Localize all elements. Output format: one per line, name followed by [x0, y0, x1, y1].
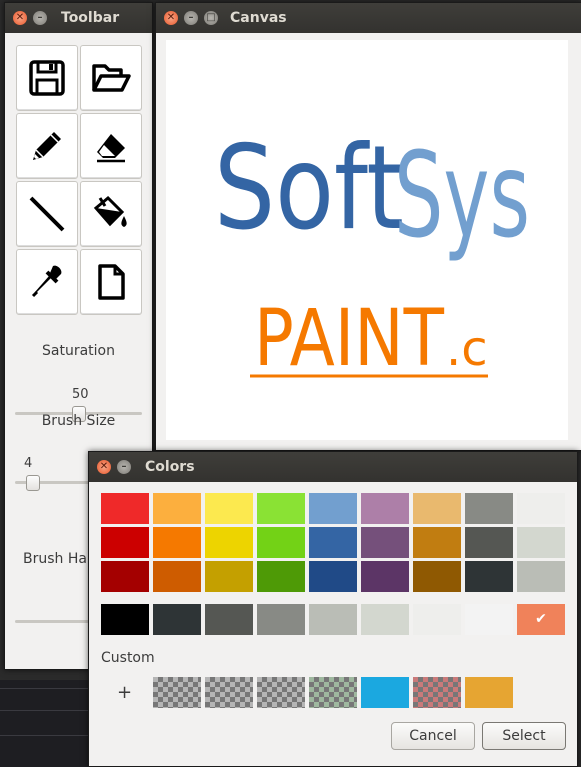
color-swatch[interactable] [153, 527, 201, 558]
color-swatch[interactable] [517, 527, 565, 558]
add-custom-color-button[interactable]: + [117, 682, 132, 703]
color-swatch[interactable] [413, 561, 461, 592]
color-swatch[interactable] [517, 561, 565, 592]
save-icon [29, 60, 65, 96]
checkmark-icon: ✔ [535, 611, 547, 627]
new-file-icon [98, 264, 125, 300]
close-button[interactable]: ✕ [164, 11, 178, 25]
gray-swatch[interactable] [361, 604, 409, 635]
selected-color-swatch[interactable]: ✔ [517, 604, 565, 635]
desktop-line [0, 735, 100, 736]
save-button[interactable] [16, 45, 78, 111]
paint-bucket-icon [93, 195, 127, 227]
saturation-value: 50 [72, 387, 89, 402]
color-swatch[interactable] [361, 493, 409, 524]
color-swatch[interactable] [413, 493, 461, 524]
color-swatch[interactable] [205, 561, 253, 592]
custom-color-swatch[interactable] [257, 677, 305, 708]
gray-swatch[interactable] [413, 604, 461, 635]
gray-swatch[interactable] [465, 604, 513, 635]
drawing-text-paint: PAINT [254, 294, 444, 384]
eraser-tool-button[interactable] [80, 113, 142, 179]
drawing-canvas[interactable]: Soft Sys PAINT .c [166, 40, 568, 440]
color-swatch[interactable] [205, 527, 253, 558]
color-swatch[interactable] [101, 527, 149, 558]
maximize-button[interactable]: □ [204, 11, 218, 25]
desktop-line [0, 688, 100, 689]
custom-color-swatch[interactable] [361, 677, 409, 708]
custom-color-swatch[interactable] [153, 677, 201, 708]
brush-size-label: Brush Size [41, 413, 116, 429]
color-swatch[interactable] [153, 561, 201, 592]
desktop-background [0, 680, 100, 767]
color-swatch[interactable] [257, 561, 305, 592]
gray-swatch[interactable] [309, 604, 357, 635]
color-swatch[interactable] [309, 527, 357, 558]
color-swatch[interactable] [101, 561, 149, 592]
saturation-label: Saturation [42, 343, 115, 359]
color-swatch[interactable] [517, 493, 565, 524]
color-swatch[interactable] [153, 493, 201, 524]
colors-titlebar[interactable]: ✕ – Colors [89, 452, 577, 482]
color-swatch[interactable] [257, 527, 305, 558]
color-swatch[interactable] [257, 493, 305, 524]
custom-color-swatch[interactable] [465, 677, 513, 708]
line-tool-button[interactable] [16, 181, 78, 247]
brush-hardness-slider[interactable] [15, 620, 95, 623]
drawing-text-soft: Soft [214, 121, 404, 256]
dialog-title: Colors [145, 459, 195, 475]
gray-swatch[interactable] [257, 604, 305, 635]
canvas-window: ✕ – □ Canvas Soft Sys PAINT .c [155, 2, 581, 451]
color-swatch[interactable] [361, 527, 409, 558]
drawing-text-sys: Sys [394, 126, 530, 264]
line-icon [29, 196, 65, 232]
gray-swatch[interactable] [205, 604, 253, 635]
drawing-text-ext: .c [446, 321, 488, 377]
color-swatch[interactable] [309, 493, 357, 524]
gray-swatch[interactable] [101, 604, 149, 635]
window-title: Toolbar [61, 10, 120, 26]
pencil-tool-button[interactable] [16, 113, 78, 179]
custom-label: Custom [101, 650, 155, 666]
toolbar-titlebar[interactable]: ✕ – Toolbar [5, 3, 152, 33]
custom-color-swatch[interactable] [309, 677, 357, 708]
brush-size-value: 4 [24, 456, 33, 471]
colors-dialog: ✕ – Colors ✔ Custom + Cancel Select [88, 451, 578, 767]
fill-tool-button[interactable] [80, 181, 142, 247]
close-button[interactable]: ✕ [13, 11, 27, 25]
desktop-line [0, 710, 100, 711]
canvas-drawing: Soft Sys PAINT .c [214, 121, 530, 384]
cancel-button[interactable]: Cancel [391, 722, 475, 750]
eyedropper-icon [31, 265, 62, 298]
minimize-button[interactable]: – [33, 11, 47, 25]
custom-color-swatch[interactable] [413, 677, 461, 708]
brush-size-slider-handle[interactable] [26, 475, 41, 491]
canvas-titlebar[interactable]: ✕ – □ Canvas [156, 3, 581, 33]
close-button[interactable]: ✕ [97, 460, 111, 474]
custom-color-swatch[interactable] [205, 677, 253, 708]
pencil-icon [33, 132, 61, 160]
brush-hardness-label: Brush Har [23, 551, 93, 567]
color-swatch[interactable] [465, 561, 513, 592]
gray-swatch[interactable] [153, 604, 201, 635]
color-swatch[interactable] [413, 527, 461, 558]
eyedropper-tool-button[interactable] [16, 249, 78, 315]
color-swatch[interactable] [309, 561, 357, 592]
color-swatch[interactable] [465, 527, 513, 558]
minimize-button[interactable]: – [117, 460, 131, 474]
color-swatch[interactable] [361, 561, 409, 592]
color-swatch[interactable] [205, 493, 253, 524]
color-swatch[interactable] [101, 493, 149, 524]
new-file-button[interactable] [80, 249, 142, 315]
color-swatch[interactable] [465, 493, 513, 524]
eraser-icon [97, 134, 125, 163]
minimize-button[interactable]: – [184, 11, 198, 25]
window-title: Canvas [230, 10, 287, 26]
folder-open-icon [92, 64, 131, 92]
select-button[interactable]: Select [482, 722, 566, 750]
open-button[interactable] [80, 45, 142, 111]
